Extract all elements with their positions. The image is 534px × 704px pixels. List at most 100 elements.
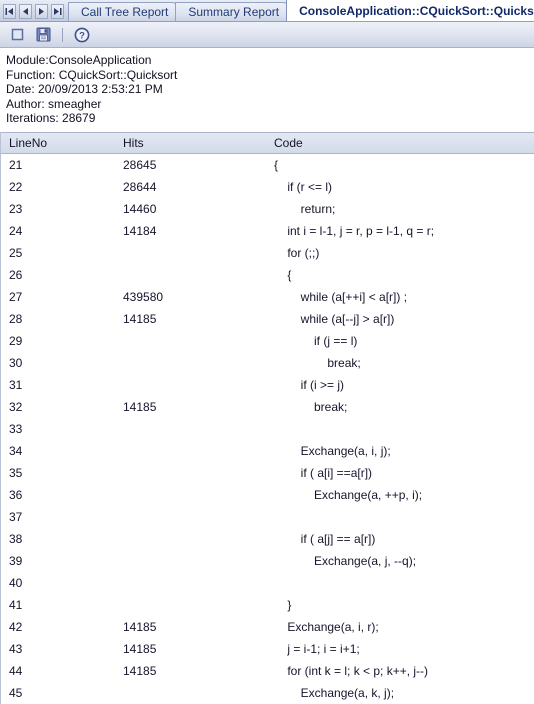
cell-code: Exchange(a, k, j); (274, 685, 395, 700)
cell-hits: 14185 (123, 663, 157, 678)
table-row[interactable]: 40 (1, 572, 534, 594)
metadata-function: Function: CQuickSort::Quicksort (6, 67, 178, 82)
cell-code: Exchange(a, j, --q); (274, 553, 417, 568)
cell-lineno: 32 (9, 399, 23, 414)
tab-strip: Call Tree Report Summary Report ConsoleA… (0, 0, 534, 22)
cell-hits: 14184 (123, 223, 157, 238)
tab-quicksort-report[interactable]: ConsoleApplication::CQuickSort::Quicksor… (286, 0, 534, 21)
cell-hits: 439580 (123, 289, 164, 304)
svg-text:?: ? (79, 30, 85, 41)
cell-hits: 28645 (123, 157, 157, 172)
table-row[interactable]: 37 (1, 506, 534, 528)
table-row[interactable]: 43 14185 j = i-1; i = i+1; (1, 638, 534, 660)
table-row[interactable]: 27 439580 while (a[++i] < a[r]) ; (1, 286, 534, 308)
table-row[interactable]: 31 if (i >= j) (1, 374, 534, 396)
cell-code: Exchange(a, ++p, i); (274, 487, 423, 502)
cell-lineno: 26 (9, 267, 23, 282)
cell-lineno: 33 (9, 421, 23, 436)
table-row[interactable]: 33 (1, 418, 534, 440)
cell-lineno: 44 (9, 663, 23, 678)
metadata-date: Date: 20/09/2013 2:53:21 PM (6, 82, 163, 96)
stop-button[interactable] (8, 26, 26, 44)
cell-lineno: 24 (9, 223, 23, 238)
cell-code: if (r <= l) (274, 179, 333, 194)
cell-code: while (a[--j] > a[r]) (274, 311, 395, 326)
toolbar-separator (62, 27, 63, 42)
save-icon (36, 27, 50, 42)
cell-hits: 14185 (123, 641, 157, 656)
cell-hits: 14185 (123, 399, 157, 414)
first-arrow-icon (5, 7, 13, 15)
table-row[interactable]: 38 if ( a[j] == a[r]) (1, 528, 534, 550)
cell-lineno: 35 (9, 465, 23, 480)
cell-code: Exchange(a, i, j); (274, 443, 391, 458)
next-arrow-icon (39, 7, 44, 15)
cell-lineno: 39 (9, 553, 23, 568)
cell-code: if (i >= j) (274, 377, 345, 392)
cell-lineno: 40 (9, 575, 23, 590)
table-row[interactable]: 32 14185 break; (1, 396, 534, 418)
cell-code: while (a[++i] < a[r]) ; (274, 289, 408, 304)
cell-lineno: 22 (9, 179, 23, 194)
cell-lineno: 30 (9, 355, 23, 370)
cell-lineno: 34 (9, 443, 23, 458)
table-row[interactable]: 21 28645 { (1, 154, 534, 176)
table-row[interactable]: 36 Exchange(a, ++p, i); (1, 484, 534, 506)
cell-hits: 14460 (123, 201, 157, 216)
column-header-lineno[interactable]: LineNo (1, 136, 116, 150)
table-row[interactable]: 24 14184 int i = l-1, j = r, p = l-1, q =… (1, 220, 534, 242)
help-button[interactable]: ? (73, 26, 91, 44)
grid-body: 21 28645 {22 28644 if (r <= l) 23 14460 retur… (1, 153, 534, 704)
table-row[interactable]: 23 14460 return; (1, 198, 534, 220)
cell-code: Exchange(a, i, r); (274, 619, 379, 634)
table-row[interactable]: 39 Exchange(a, j, --q); (1, 550, 534, 572)
cell-lineno: 42 (9, 619, 23, 634)
stop-icon (11, 28, 23, 41)
tab-summary-report[interactable]: Summary Report (175, 2, 291, 21)
save-button[interactable] (34, 26, 52, 44)
nav-previous-button[interactable] (19, 3, 32, 19)
cell-lineno: 25 (9, 245, 23, 260)
cell-hits: 14185 (123, 311, 157, 326)
cell-lineno: 29 (9, 333, 23, 348)
nav-first-button[interactable] (3, 3, 16, 19)
metadata-module: Module:ConsoleApplication (6, 53, 152, 67)
table-row[interactable]: 30 break; (1, 352, 534, 374)
previous-arrow-icon (23, 7, 28, 15)
cell-lineno: 45 (9, 685, 23, 700)
table-row[interactable]: 25 for (;;) (1, 242, 534, 264)
cell-hits: 28644 (123, 179, 157, 194)
cell-code: return; (274, 201, 336, 216)
cell-code: if (j == l) (274, 333, 358, 348)
table-row[interactable]: 26 { (1, 264, 534, 286)
nav-last-button[interactable] (51, 3, 64, 19)
table-row[interactable]: 35 if ( a[i] ==a[r]) (1, 462, 534, 484)
cell-code: if ( a[j] == a[r]) (274, 531, 376, 546)
metadata-author: Author: smeagher (6, 96, 102, 111)
table-row[interactable]: 45 Exchange(a, k, j); (1, 682, 534, 704)
report-tabs: Call Tree Report Summary Report ConsoleA… (68, 0, 534, 21)
report-metadata: Module:ConsoleApplication Function: CQui… (0, 48, 534, 132)
cell-lineno: 21 (9, 157, 23, 172)
toolbar: ? (0, 22, 534, 48)
table-row[interactable]: 22 28644 if (r <= l) (1, 176, 534, 198)
table-row[interactable]: 29 if (j == l) (1, 330, 534, 352)
table-row[interactable]: 44 14185 for (int k = l; k < p; k++, j--) (1, 660, 534, 682)
table-row[interactable]: 42 14185 Exchange(a, i, r); (1, 616, 534, 638)
cell-code: break; (274, 399, 348, 414)
cell-lineno: 27 (9, 289, 23, 304)
last-arrow-icon (54, 7, 62, 15)
tab-call-tree-report[interactable]: Call Tree Report (68, 2, 180, 21)
cell-code: { (274, 267, 292, 282)
grid-header-row: LineNo Hits Code (1, 131, 534, 154)
cell-code: for (int k = l; k < p; k++, j--) (274, 663, 429, 678)
column-header-code[interactable]: Code (266, 136, 534, 150)
table-row[interactable]: 28 14185 while (a[--j] > a[r]) (1, 308, 534, 330)
cell-code: int i = l-1, j = r, p = l-1, q = r; (274, 223, 435, 238)
table-row[interactable]: 34 Exchange(a, i, j); (1, 440, 534, 462)
profile-grid: LineNo Hits Code 21 28645 {22 28644 if (r <… (0, 131, 534, 704)
tab-label: Call Tree Report (81, 5, 169, 19)
cell-code: for (;;) (274, 245, 320, 260)
column-header-hits[interactable]: Hits (116, 136, 266, 150)
nav-next-button[interactable] (35, 3, 48, 19)
